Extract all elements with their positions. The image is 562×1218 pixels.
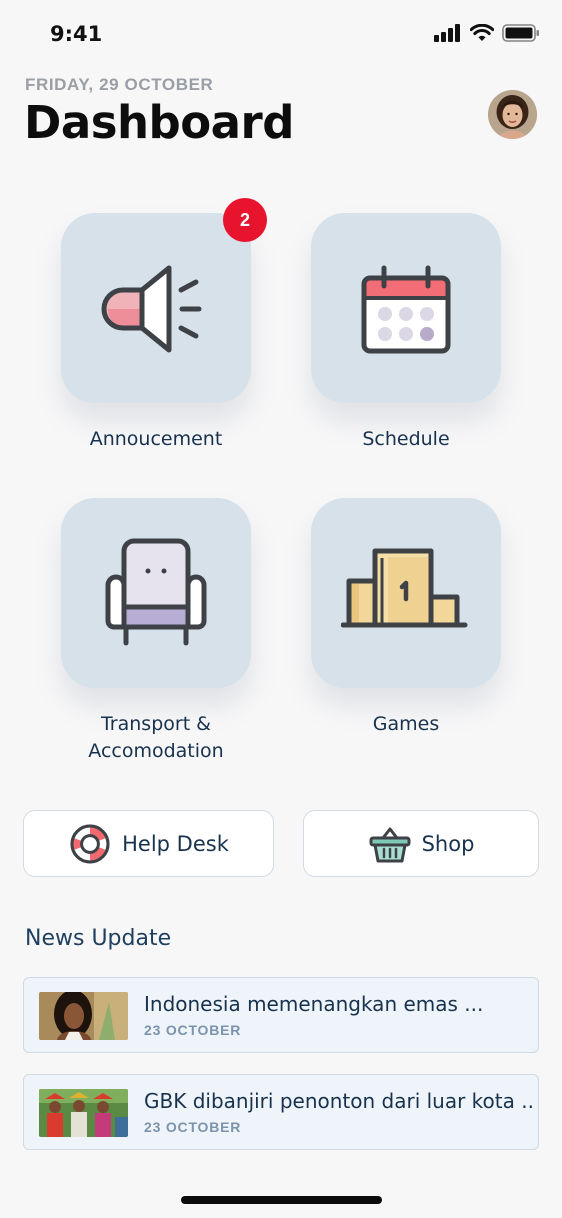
cellular-signal-icon: [434, 24, 460, 42]
status-time: 9:41: [50, 22, 103, 46]
help-desk-label: Help Desk: [122, 831, 229, 856]
page-title: Dashboard: [24, 96, 294, 149]
shop-label: Shop: [421, 831, 475, 856]
lifebuoy-icon: [70, 824, 110, 863]
news-photo-portrait: [39, 992, 128, 1040]
tile-label-transport-text: Transport & Accomodation: [88, 713, 224, 762]
notification-badge: 2: [223, 198, 267, 242]
transport-tile[interactable]: [61, 498, 251, 688]
status-bar: 9:41: [0, 0, 562, 72]
battery-icon: [502, 24, 539, 42]
status-icons: [434, 24, 540, 42]
news-section-title: News Update: [25, 926, 172, 951]
schedule-tile[interactable]: [311, 213, 501, 403]
news-date: 23 OCTOBER: [144, 1022, 242, 1038]
games-tile[interactable]: [311, 498, 501, 688]
profile-photo: [488, 90, 537, 139]
wifi-icon: [470, 24, 494, 41]
armchair-icon: [105, 538, 207, 646]
help-desk-button[interactable]: Help Desk: [23, 810, 274, 877]
home-indicator[interactable]: [181, 1196, 382, 1204]
megaphone-icon: [101, 265, 202, 353]
news-title: GBK dibanjiri penonton dari luar kota ..…: [144, 1089, 534, 1113]
tile-label-games: Games: [372, 713, 440, 735]
announcement-tile[interactable]: [61, 213, 251, 403]
basket-icon: [369, 827, 411, 862]
tile-label-announcement: Annoucement: [89, 428, 223, 450]
news-item[interactable]: Indonesia memenangkan emas ... 23 OCTOBE…: [23, 977, 539, 1053]
news-date: 23 OCTOBER: [144, 1119, 242, 1135]
news-title: Indonesia memenangkan emas ...: [144, 992, 484, 1016]
news-item[interactable]: GBK dibanjiri penonton dari luar kota ..…: [23, 1074, 539, 1150]
podium-icon: [341, 548, 468, 628]
news-thumbnail: [39, 992, 128, 1040]
avatar[interactable]: [488, 90, 537, 139]
shop-button[interactable]: Shop: [303, 810, 539, 877]
date-label: FRIDAY, 29 OCTOBER: [25, 75, 214, 94]
news-photo-crowd: [39, 1089, 128, 1137]
news-thumbnail: [39, 1089, 128, 1137]
calendar-icon: [361, 265, 451, 354]
tile-label-schedule: Schedule: [362, 428, 450, 450]
tile-label-transport: Transport & Accomodation: [31, 711, 281, 765]
